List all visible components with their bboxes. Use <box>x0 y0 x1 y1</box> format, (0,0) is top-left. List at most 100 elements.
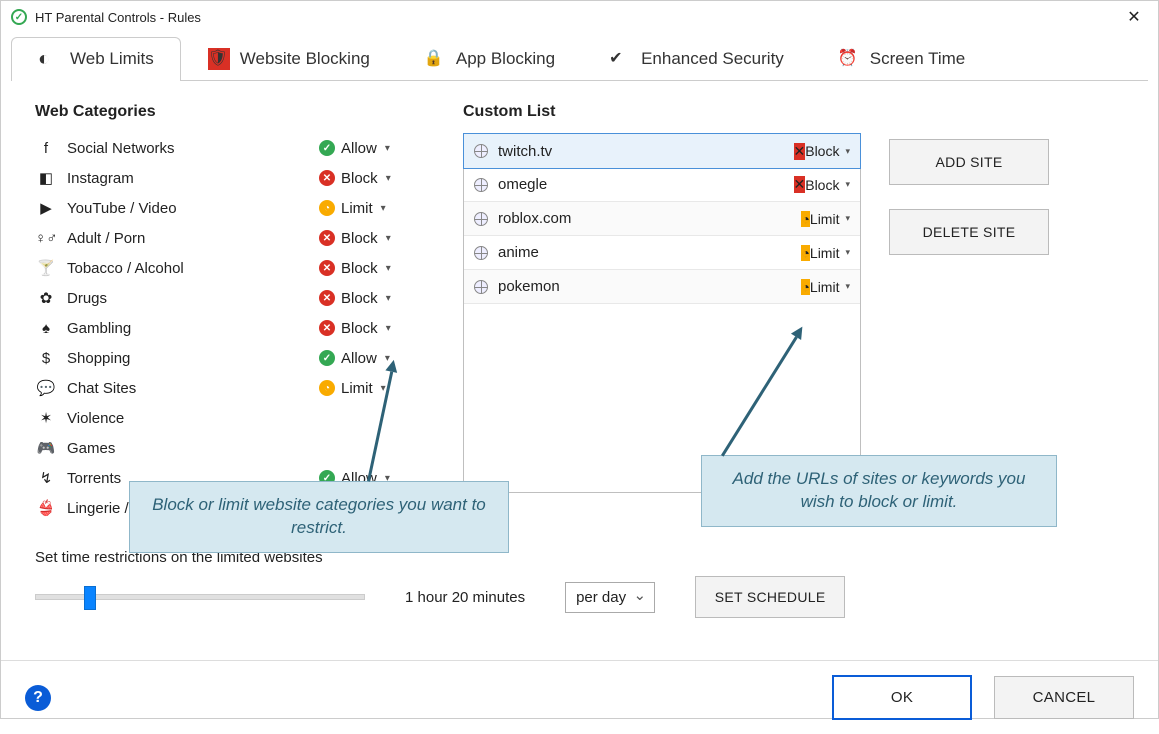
globe-icon <box>474 280 488 294</box>
category-action-dropdown[interactable]: ✓Allow▾ <box>319 350 415 367</box>
globe-icon <box>474 144 488 158</box>
footer: ? OK CANCEL <box>1 661 1158 734</box>
site-action-dropdown[interactable]: ◔Limit ▾ <box>801 279 850 295</box>
status-block-icon: ✕ <box>319 290 335 306</box>
tab-app-blocking[interactable]: App Blocking <box>397 37 582 80</box>
youtube-icon: ▶ <box>35 199 57 217</box>
site-name: omegle <box>498 176 794 193</box>
site-name: twitch.tv <box>498 143 794 160</box>
custom-list: twitch.tv✕Block▾omegle✕Block▾roblox.com◔… <box>463 133 861 493</box>
gambling-icon: ♠ <box>35 320 57 337</box>
custom-list-row[interactable]: roblox.com◔Limit▾ <box>464 202 860 236</box>
category-action-dropdown[interactable]: ✕Block▾ <box>319 230 415 247</box>
site-action-dropdown[interactable]: ✕Block▾ <box>794 176 851 193</box>
status-allow-icon: ✓ <box>319 350 335 366</box>
alcohol-icon: 🍸 <box>35 259 57 277</box>
category-action-dropdown[interactable]: ✕Block▾ <box>319 170 415 187</box>
tab-screen-time[interactable]: Screen Time <box>811 37 992 80</box>
chevron-down-icon: ▾ <box>385 143 390 154</box>
site-action-dropdown[interactable]: ◔Limit▾ <box>801 245 850 261</box>
close-button[interactable]: ✕ <box>1120 7 1148 27</box>
enhanced-security-icon <box>609 48 631 70</box>
delete-site-button[interactable]: DELETE SITE <box>889 209 1049 255</box>
category-name: Chat Sites <box>67 380 319 397</box>
ok-button[interactable]: OK <box>832 675 972 720</box>
category-row: 🎮Games <box>35 433 415 463</box>
category-name: Social Networks <box>67 140 319 157</box>
chat-icon: 💬 <box>35 379 57 397</box>
site-name: anime <box>498 244 801 261</box>
time-slider[interactable] <box>35 594 365 600</box>
tab-website-blocking[interactable]: Website Blocking <box>181 37 397 80</box>
window-title: HT Parental Controls - Rules <box>35 10 1120 25</box>
add-site-button[interactable]: ADD SITE <box>889 139 1049 185</box>
category-name: Tobacco / Alcohol <box>67 260 319 277</box>
chevron-down-icon: ▾ <box>845 213 850 224</box>
chevron-down-icon: ▾ <box>845 247 850 258</box>
period-select[interactable]: per day <box>565 582 655 613</box>
category-row: ♠Gambling✕Block▾ <box>35 313 415 343</box>
category-name: YouTube / Video <box>67 200 319 217</box>
globe-icon <box>474 178 488 192</box>
category-name: Instagram <box>67 170 319 187</box>
category-name: Shopping <box>67 350 319 367</box>
facebook-icon: f <box>35 140 57 157</box>
category-action-dropdown[interactable]: ✕Block▾ <box>319 260 415 277</box>
custom-list-row[interactable]: pokemon◔Limit▾ <box>464 270 860 304</box>
torrents-icon: ↯ <box>35 469 57 487</box>
site-action-label: Limit <box>810 279 840 295</box>
content-area: Web Categories fSocial Networks✓Allow▾◧I… <box>1 81 1158 636</box>
app-blocking-icon <box>424 48 446 70</box>
status-limit-icon: ◔ <box>801 279 809 295</box>
status-allow-icon: ✓ <box>319 140 335 156</box>
category-action-dropdown[interactable]: ✓Allow▾ <box>319 140 415 157</box>
violence-icon: ✶ <box>35 409 57 427</box>
chevron-down-icon: ▾ <box>386 323 391 334</box>
status-limit-icon: ◔ <box>319 380 335 396</box>
site-action-dropdown[interactable]: ✕Block ▾ <box>794 143 851 160</box>
category-action-dropdown[interactable]: ◔Limit▾ <box>319 200 415 217</box>
category-name: Violence <box>67 410 319 427</box>
chevron-down-icon: ▾ <box>845 281 850 292</box>
category-action-label: Block <box>341 290 378 307</box>
tab-web-limits[interactable]: Web Limits <box>11 37 181 80</box>
chevron-down-icon: ▾ <box>386 233 391 244</box>
lingerie-icon: 👙 <box>35 499 57 517</box>
status-limit-icon: ◔ <box>319 200 335 216</box>
custom-list-row[interactable]: anime◔Limit▾ <box>464 236 860 270</box>
tab-label: Web Limits <box>70 49 154 69</box>
category-action-dropdown[interactable]: ✕Block▾ <box>319 320 415 337</box>
set-schedule-button[interactable]: SET SCHEDULE <box>695 576 845 618</box>
category-action-dropdown[interactable]: ✕ Block ▾ <box>319 290 415 307</box>
category-action-label: Limit <box>341 200 373 217</box>
tab-enhanced-security[interactable]: Enhanced Security <box>582 37 811 80</box>
shopping-icon: $ <box>35 350 57 367</box>
custom-list-row[interactable]: omegle✕Block▾ <box>464 168 860 202</box>
help-button[interactable]: ? <box>25 685 51 711</box>
category-action-label: Block <box>341 320 378 337</box>
category-action-label: Block <box>341 230 378 247</box>
category-name: Gambling <box>67 320 319 337</box>
status-block-icon: ✕ <box>794 143 806 160</box>
status-block-icon: ✕ <box>319 170 335 186</box>
screen-time-icon <box>838 48 860 70</box>
tab-bar: Web Limits Website Blocking App Blocking… <box>11 37 1148 81</box>
slider-thumb[interactable] <box>84 586 96 610</box>
games-icon: 🎮 <box>35 439 57 457</box>
callout-categories: Block or limit website categories you wa… <box>129 481 509 553</box>
site-action-label: Block <box>805 143 839 159</box>
tab-label: Screen Time <box>870 49 965 69</box>
cancel-button[interactable]: CANCEL <box>994 676 1134 719</box>
site-action-dropdown[interactable]: ◔Limit▾ <box>801 211 850 227</box>
chevron-down-icon: ▾ <box>386 293 391 304</box>
category-list: fSocial Networks✓Allow▾◧Instagram✕Block▾… <box>35 133 415 523</box>
category-row: ♀♂Adult / Porn✕Block▾ <box>35 223 415 253</box>
web-limits-icon <box>38 48 60 70</box>
titlebar: HT Parental Controls - Rules ✕ <box>1 1 1158 33</box>
chevron-down-icon: ▾ <box>845 146 850 157</box>
category-row: 💬 Chat Sites◔Limit▾ <box>35 373 415 403</box>
category-action-label: Block <box>341 170 378 187</box>
category-action-dropdown[interactable]: ◔Limit▾ <box>319 380 415 397</box>
web-categories-panel: Web Categories fSocial Networks✓Allow▾◧I… <box>35 103 415 523</box>
custom-list-row[interactable]: twitch.tv✕Block ▾ <box>463 133 861 169</box>
